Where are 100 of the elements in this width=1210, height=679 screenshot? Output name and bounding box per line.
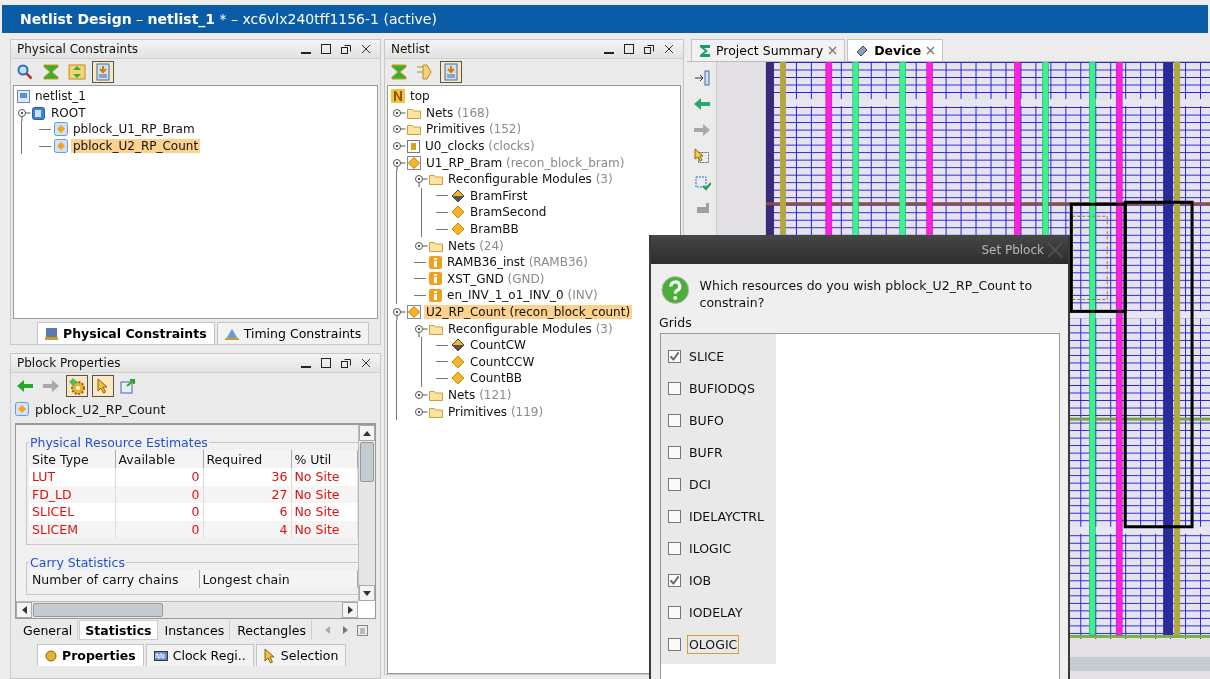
dialog-message: Which resources do you wish pblock_U2_RP_Count to constrain? (699, 277, 1034, 311)
tree-item[interactable]: Reconfigurable Modules (3) (446, 321, 615, 336)
back-arrow-icon (16, 379, 34, 393)
tree-item[interactable]: top (408, 89, 432, 104)
diamond-icon (451, 371, 465, 386)
tree-item[interactable]: ROOT (49, 105, 88, 120)
module-icon (407, 305, 421, 319)
diamond-icon (451, 188, 465, 203)
checked-selection-icon (692, 173, 711, 191)
view-tab[interactable]: Statistics (79, 620, 158, 640)
close-icon[interactable] (828, 46, 838, 55)
close-icon[interactable] (926, 46, 936, 55)
tree-item[interactable]: BramFirst (468, 188, 530, 203)
column-header: Site Type (29, 450, 115, 468)
checkbox-label[interactable]: BUFR (687, 442, 725, 462)
checkbox[interactable] (668, 381, 681, 395)
view-tab[interactable]: Rectangles (231, 620, 312, 640)
clock-wave-icon (153, 650, 168, 661)
tree-item[interactable]: U2_RP_Count (recon_block_count) (424, 305, 633, 319)
tree-item[interactable]: CountBB (468, 371, 525, 386)
maximize-button[interactable] (318, 42, 334, 56)
table-cell: SLICEM (29, 520, 115, 538)
editor-tab[interactable]: Device (847, 39, 944, 61)
tab-list-icon[interactable] (356, 624, 368, 636)
up-arrow-icon (363, 430, 371, 436)
auto-scroll-button[interactable] (92, 61, 114, 83)
restore-button[interactable] (641, 42, 657, 56)
panel-tab[interactable]: Timing Constraints (216, 322, 370, 344)
scrollbar-thumb[interactable] (360, 442, 374, 482)
scroll-right-button[interactable] (342, 602, 358, 618)
checkbox[interactable] (668, 573, 681, 587)
forward-arrow-icon (692, 123, 711, 137)
pointer-button[interactable] (92, 375, 114, 397)
pointer-icon (97, 378, 109, 394)
checkbox[interactable] (668, 477, 681, 491)
restore-button[interactable] (338, 356, 354, 370)
checkbox[interactable] (668, 509, 681, 523)
dialog-title: Set Pblock (981, 242, 1044, 257)
tree-item[interactable]: en_INV_1_o1_INV_0 (INV) (445, 288, 600, 303)
tree-item[interactable]: Primitives (152) (424, 122, 524, 137)
tree-item[interactable]: Reconfigurable Modules (3) (446, 172, 615, 187)
instance-icon (407, 139, 420, 153)
panel-title: Physical Constraints (17, 42, 140, 56)
cell-icon (429, 272, 442, 286)
tree-item[interactable]: netlist_1 (33, 89, 88, 104)
panel-tab[interactable]: Selection (255, 644, 347, 666)
panel-tab[interactable]: Clock Regi.. (145, 644, 254, 666)
column-header: Available (115, 450, 203, 468)
panel-tab[interactable]: Physical Constraints (37, 322, 215, 344)
tree-item[interactable]: CountCW (468, 338, 528, 353)
tree-item[interactable]: pblock_U2_RP_Count (71, 139, 201, 154)
scrollbar-thumb[interactable] (33, 603, 163, 617)
checkbox-label[interactable]: IODELAY (687, 602, 745, 622)
horizontal-scrollbar[interactable] (16, 601, 358, 618)
checkbox-label[interactable]: ILOGIC (687, 538, 734, 558)
checkbox-label[interactable]: IDELAYCTRL (687, 506, 766, 526)
checkbox[interactable] (668, 445, 681, 459)
vertical-scrollbar[interactable] (358, 425, 375, 601)
scroll-up-button[interactable] (359, 425, 375, 441)
object-name: pblock_U2_RP_Count (35, 401, 166, 417)
checkbox[interactable] (668, 541, 681, 555)
check-icon (669, 574, 680, 586)
view-tab[interactable]: Instances (158, 620, 231, 640)
tree-item[interactable]: RAMB36_inst (RAMB36) (445, 255, 590, 270)
checkbox-label[interactable]: DCI (687, 474, 714, 494)
checkbox[interactable] (668, 605, 681, 619)
editor-tab[interactable]: Project Summary (691, 39, 846, 61)
pblock-icon (54, 139, 68, 154)
restore-button[interactable] (338, 42, 354, 56)
tree-item[interactable]: Nets (121) (446, 388, 514, 402)
restore-icon (643, 43, 655, 55)
maximize-button[interactable] (621, 42, 637, 56)
tree-item[interactable]: pblock_U1_RP_Bram (71, 122, 197, 137)
checkbox[interactable] (668, 637, 681, 651)
checkbox-label[interactable]: OLOGIC (687, 634, 740, 654)
tree-item[interactable]: Nets (168) (424, 105, 492, 120)
checkbox[interactable] (668, 413, 681, 427)
tree-item[interactable]: Primitives (119) (446, 404, 546, 419)
tree-item[interactable]: Nets (24) (446, 238, 506, 253)
design-icon (17, 89, 30, 103)
tree-item[interactable]: CountCCW (468, 354, 537, 369)
auto-scroll-button[interactable] (440, 61, 462, 83)
netlist-icon (391, 89, 405, 104)
checkbox-label[interactable]: BUFO (687, 410, 726, 430)
checkbox-label[interactable]: BUFIODQS (687, 378, 757, 398)
tree-item[interactable]: BramBB (468, 222, 521, 237)
checkbox[interactable] (668, 349, 681, 363)
table-cell: No Site (291, 503, 358, 521)
checkbox-label[interactable]: IOB (687, 570, 714, 590)
scroll-down-button[interactable] (359, 585, 375, 601)
checkbox-label[interactable]: SLICE (687, 346, 727, 366)
scroll-left-button[interactable] (16, 602, 32, 618)
view-tab[interactable]: General (17, 620, 79, 640)
tree-item[interactable]: XST_GND (GND) (445, 271, 547, 286)
tree-item[interactable]: U0_clocks (clocks) (423, 139, 537, 154)
tree-item[interactable]: U1_RP_Bram (recon_block_bram) (424, 155, 627, 170)
panel-tab[interactable]: Properties (37, 644, 144, 666)
maximize-button[interactable] (318, 356, 334, 370)
tree-item[interactable]: BramSecond (468, 205, 549, 220)
table-cell: 0 (115, 520, 203, 538)
